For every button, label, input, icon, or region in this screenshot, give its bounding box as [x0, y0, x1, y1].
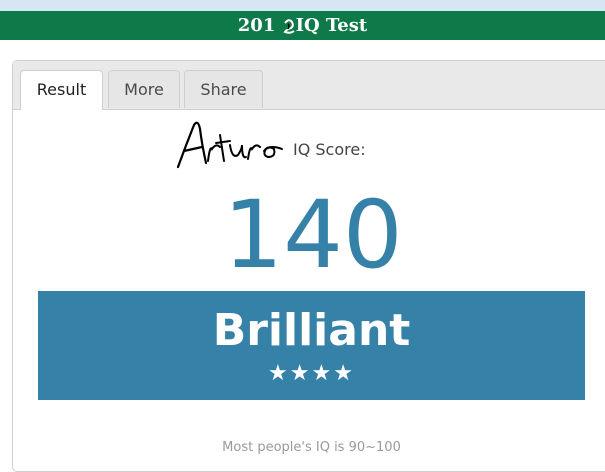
- tab-share[interactable]: Share: [184, 70, 263, 108]
- rating-stars: ★★★★: [268, 361, 355, 386]
- scribble-mark-icon: [283, 19, 295, 34]
- rating-title: Brilliant: [212, 305, 411, 356]
- header-title-suffix: IQ Test: [289, 15, 368, 36]
- browser-top-strip: [0, 0, 605, 11]
- header-title-prefix: 201: [237, 15, 276, 36]
- tab-result[interactable]: Result: [20, 70, 103, 110]
- tab-more[interactable]: More: [108, 70, 180, 108]
- iq-score-label: IQ Score:: [293, 140, 366, 159]
- rating-banner: Brilliant ★★★★: [38, 291, 585, 400]
- average-iq-note: Most people's IQ is 90~100: [222, 440, 401, 455]
- handwritten-name-signature: [176, 121, 283, 169]
- tab-bar: Result More Share: [13, 61, 605, 110]
- iq-score-value: 140: [223, 181, 403, 290]
- site-header: 201 IQ Test: [0, 11, 605, 40]
